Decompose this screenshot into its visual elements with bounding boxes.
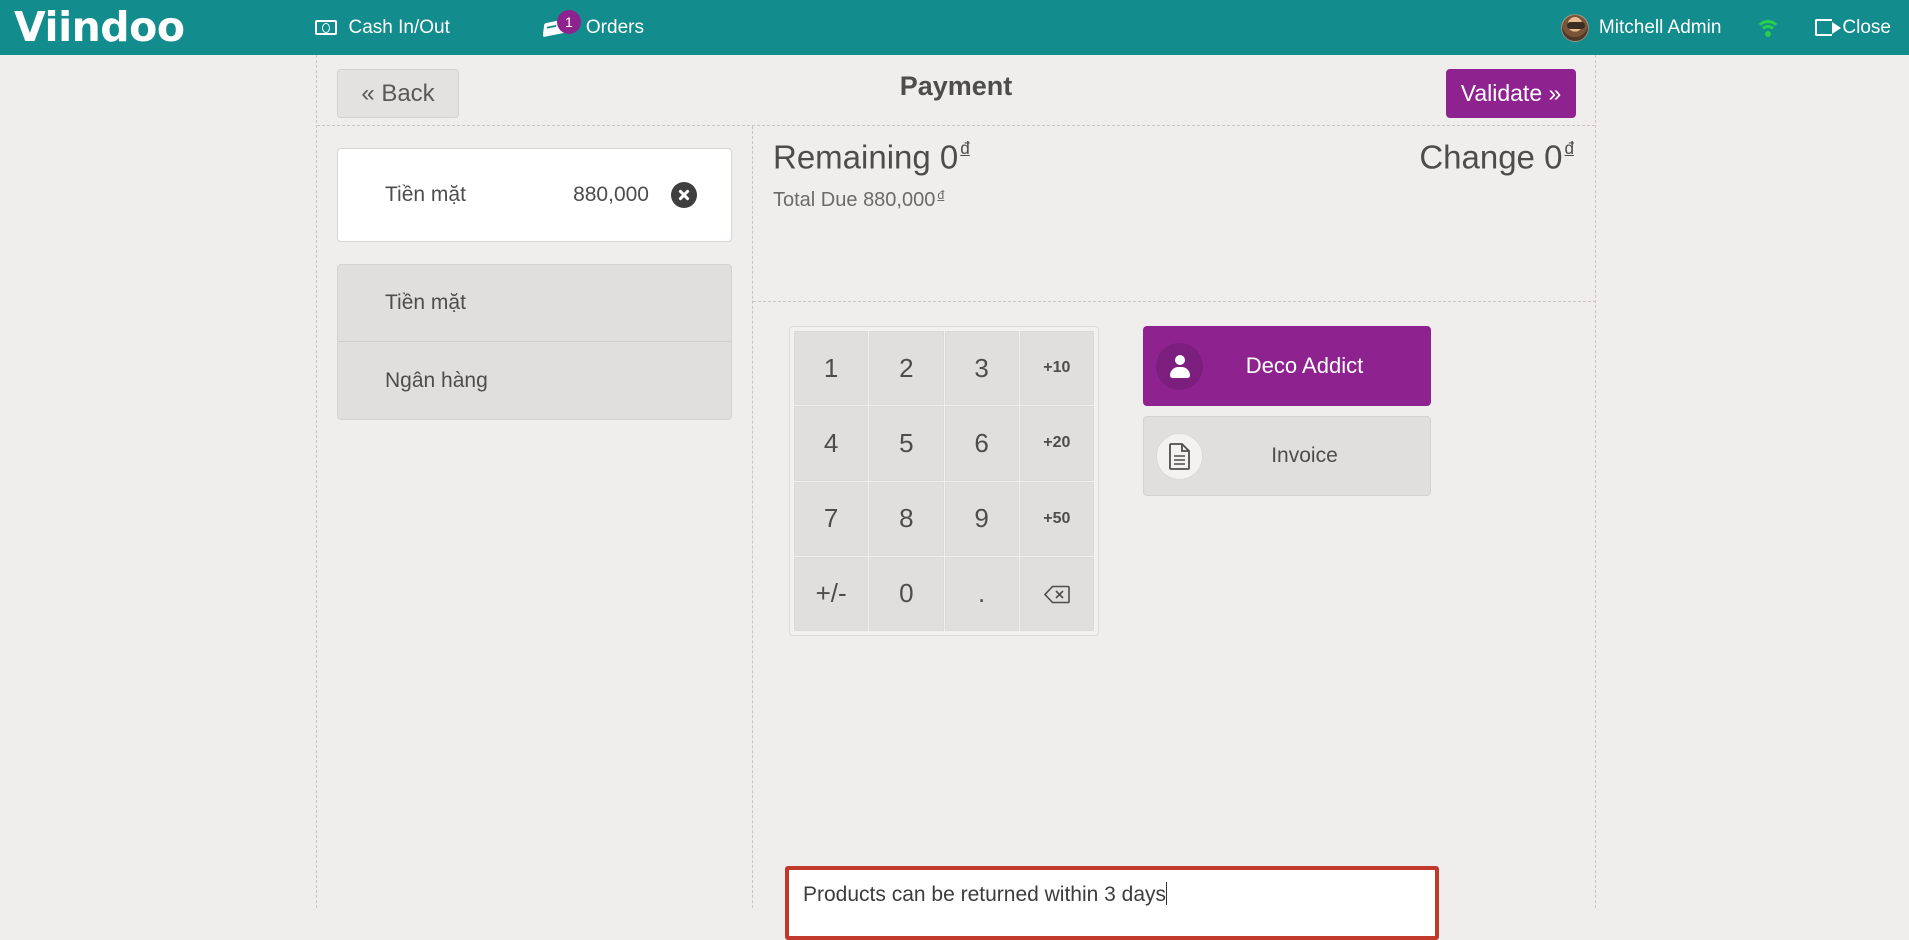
remaining-label: Remaining [773, 139, 931, 176]
customer-note-input[interactable]: Products can be returned within 3 days [785, 866, 1439, 940]
keypad-key-3[interactable]: 3 [945, 331, 1019, 405]
viindoo-logo[interactable]: Viindoo [14, 7, 185, 48]
keypad-key-plus20[interactable]: +20 [1020, 406, 1094, 480]
close-button[interactable]: Close [1815, 17, 1891, 39]
currency-symbol: đ [937, 188, 944, 202]
currency-symbol: đ [960, 138, 970, 158]
user-menu[interactable]: Mitchell Admin [1561, 14, 1722, 42]
user-name-label: Mitchell Admin [1599, 17, 1722, 39]
orders-count-badge: 1 [557, 10, 581, 34]
total-due-value: 880,000 [863, 189, 935, 211]
keypad-key-0[interactable]: 0 [869, 557, 943, 631]
payment-lines-list: Tiền mặt 880,000 [337, 148, 732, 242]
person-icon-wrap [1156, 343, 1203, 390]
page-title: Payment [317, 71, 1595, 102]
customer-name-label: Deco Addict [1203, 353, 1406, 379]
currency-symbol: đ [1564, 138, 1574, 158]
orders-icon-wrap: 1 [544, 15, 574, 41]
keypad-key-plus--[interactable]: +/- [794, 557, 868, 631]
avatar [1561, 14, 1589, 42]
payment-controls: 123+10 456+20 789+50 +/-0. Deco Addict [753, 302, 1596, 908]
keypad-key-2[interactable]: 2 [869, 331, 943, 405]
document-icon-wrap [1156, 433, 1203, 480]
numeric-keypad: 123+10 456+20 789+50 +/-0. [789, 326, 1099, 636]
keypad-key-1[interactable]: 1 [794, 331, 868, 405]
keypad-key-plus50[interactable]: +50 [1020, 482, 1094, 556]
payment-screen: « Back Payment Validate » Tiền mặt 880,0… [316, 55, 1596, 908]
top-navbar: Viindoo Cash In/Out 1 Orders Mitchell Ad… [0, 0, 1909, 55]
person-icon [1169, 355, 1191, 377]
keypad-key-dot[interactable]: . [945, 557, 1019, 631]
topbar-right-group: Mitchell Admin Close [1561, 14, 1909, 42]
total-due: Total Due 880,000đ [773, 188, 944, 212]
invoice-label: Invoice [1203, 444, 1406, 468]
close-label: Close [1842, 17, 1891, 39]
invoice-button[interactable]: Invoice [1143, 416, 1431, 496]
text-cursor [1166, 882, 1167, 905]
orders-label: Orders [586, 17, 644, 39]
payment-left-column: Tiền mặt 880,000 Tiền mặt Ngân hàng [317, 126, 753, 908]
payment-body: Tiền mặt 880,000 Tiền mặt Ngân hàng Rema… [317, 126, 1595, 908]
side-actions: Deco Addict Invoice [1143, 326, 1431, 496]
delete-payment-line-icon[interactable] [671, 182, 697, 208]
keypad-key-5[interactable]: 5 [869, 406, 943, 480]
document-icon [1168, 442, 1192, 470]
exit-icon [1815, 19, 1832, 36]
customer-button[interactable]: Deco Addict [1143, 326, 1431, 406]
keypad-key-6[interactable]: 6 [945, 406, 1019, 480]
cash-in-out-label: Cash In/Out [349, 17, 450, 39]
payment-line-amount: 880,000 [573, 183, 649, 207]
change-amount: Change 0đ [1419, 138, 1574, 177]
cash-in-out-button[interactable]: Cash In/Out [297, 0, 468, 55]
remaining-value: 0 [940, 139, 958, 176]
payment-methods-list: Tiền mặt Ngân hàng [337, 264, 732, 420]
customer-note-text: Products can be returned within 3 days [803, 883, 1166, 906]
payment-line-method: Tiền mặt [385, 183, 466, 207]
keypad-key-8[interactable]: 8 [869, 482, 943, 556]
payment-line-row[interactable]: Tiền mặt 880,000 [338, 149, 731, 241]
keypad-backspace-icon[interactable] [1020, 557, 1094, 631]
payment-header: « Back Payment Validate » [317, 55, 1595, 126]
keypad-key-7[interactable]: 7 [794, 482, 868, 556]
total-due-label: Total Due [773, 189, 858, 211]
keypad-key-9[interactable]: 9 [945, 482, 1019, 556]
keypad-key-4[interactable]: 4 [794, 406, 868, 480]
wifi-icon[interactable] [1755, 18, 1781, 37]
validate-button[interactable]: Validate » [1446, 69, 1576, 118]
payment-totals: Remaining 0đ Total Due 880,000đ Change 0… [753, 126, 1596, 302]
change-label: Change [1419, 139, 1535, 176]
banknote-icon [315, 20, 337, 35]
payment-method-cash[interactable]: Tiền mặt [338, 265, 731, 342]
payment-method-bank[interactable]: Ngân hàng [338, 342, 731, 419]
change-value: 0 [1544, 139, 1562, 176]
orders-button[interactable]: 1 Orders [526, 0, 662, 55]
keypad-key-plus10[interactable]: +10 [1020, 331, 1094, 405]
payment-right-column: Remaining 0đ Total Due 880,000đ Change 0… [753, 126, 1596, 908]
remaining-amount: Remaining 0đ [773, 138, 970, 177]
